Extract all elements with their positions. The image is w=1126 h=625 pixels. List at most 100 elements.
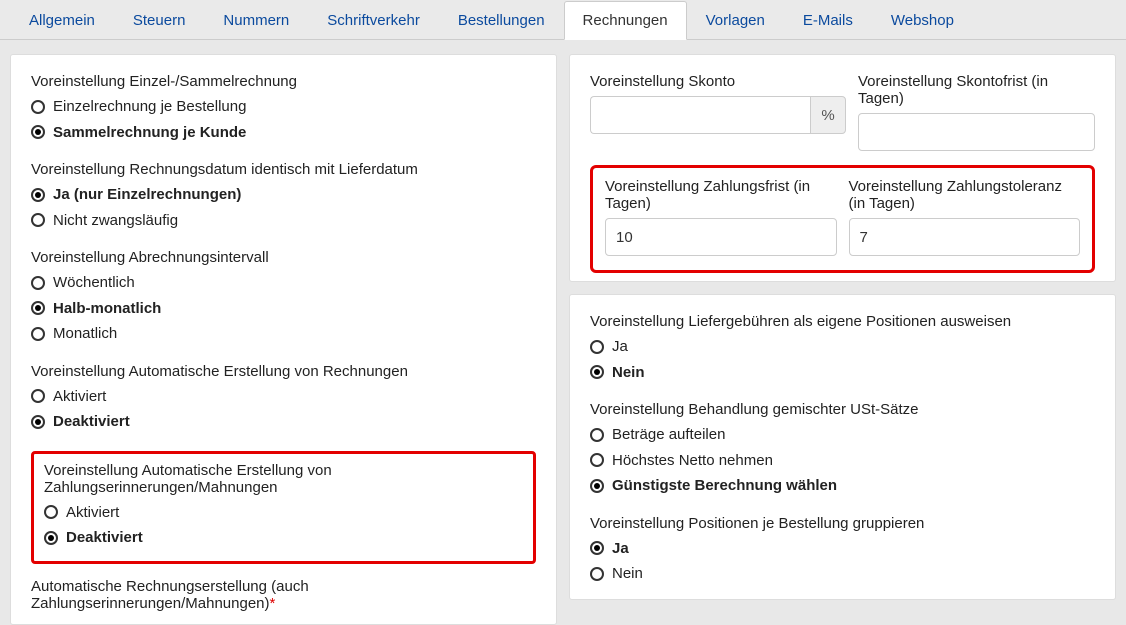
label-text: Automatische Rechnungserstellung (auch Z… bbox=[31, 578, 309, 612]
radio-icon bbox=[31, 188, 45, 202]
group-title: Voreinstellung Automatische Erstellung v… bbox=[44, 462, 523, 496]
field-label: Voreinstellung Zahlungsfrist (in Tagen) bbox=[605, 178, 837, 212]
radio-icon bbox=[590, 541, 604, 555]
radio-icon bbox=[31, 327, 45, 341]
group-title: Voreinstellung Rechnungsdatum identisch … bbox=[31, 161, 536, 178]
required-star: * bbox=[270, 595, 276, 612]
opt-ja-einzel[interactable]: Ja (nur Einzelrechnungen) bbox=[31, 182, 536, 208]
group-title: Voreinstellung Automatische Erstellung v… bbox=[31, 363, 536, 380]
tab-rechnungen[interactable]: Rechnungen bbox=[564, 1, 687, 40]
opt-halb-monatlich[interactable]: Halb-monatlich bbox=[31, 296, 536, 322]
opt-label: Ja bbox=[612, 334, 628, 360]
radio-icon bbox=[590, 365, 604, 379]
group-title: Voreinstellung Liefergebühren als eigene… bbox=[590, 313, 1095, 330]
opt-monatlich[interactable]: Monatlich bbox=[31, 321, 536, 347]
tab-allgemein[interactable]: Allgemein bbox=[10, 1, 114, 40]
tab-bestellungen[interactable]: Bestellungen bbox=[439, 1, 564, 40]
field-skontofrist: Voreinstellung Skontofrist (in Tagen) bbox=[858, 73, 1095, 151]
group-liefergebuehren: Voreinstellung Liefergebühren als eigene… bbox=[590, 313, 1095, 385]
tab-vorlagen[interactable]: Vorlagen bbox=[687, 1, 784, 40]
opt-label: Wöchentlich bbox=[53, 270, 135, 296]
opt-deaktiviert[interactable]: Deaktiviert bbox=[44, 525, 523, 551]
tab-webshop[interactable]: Webshop bbox=[872, 1, 973, 40]
tab-steuern[interactable]: Steuern bbox=[114, 1, 205, 40]
opt-label: Monatlich bbox=[53, 321, 117, 347]
group-title: Voreinstellung Positionen je Bestellung … bbox=[590, 515, 1095, 532]
radio-icon bbox=[590, 340, 604, 354]
radio-icon bbox=[31, 276, 45, 290]
group-title: Automatische Rechnungserstellung (auch Z… bbox=[31, 578, 536, 612]
opt-deaktiviert[interactable]: Deaktiviert bbox=[31, 409, 536, 435]
tab-nummern[interactable]: Nummern bbox=[204, 1, 308, 40]
group-abrechnungsintervall: Voreinstellung Abrechnungsintervall Wöch… bbox=[31, 249, 536, 347]
opt-label: Sammelrechnung je Kunde bbox=[53, 120, 246, 146]
opt-label: Nein bbox=[612, 360, 645, 386]
radio-icon bbox=[31, 125, 45, 139]
group-auto-rechnungen: Voreinstellung Automatische Erstellung v… bbox=[31, 363, 536, 435]
radio-icon bbox=[31, 301, 45, 315]
group-rechnungsdatum: Voreinstellung Rechnungsdatum identisch … bbox=[31, 161, 536, 233]
opt-label: Aktiviert bbox=[66, 500, 119, 526]
highlight-zahlungsfrist: Voreinstellung Zahlungsfrist (in Tagen) … bbox=[590, 165, 1095, 273]
radio-icon bbox=[590, 453, 604, 467]
group-title: Voreinstellung Behandlung gemischter USt… bbox=[590, 401, 1095, 418]
radio-icon bbox=[590, 567, 604, 581]
group-einzel-sammel: Voreinstellung Einzel-/Sammelrechnung Ei… bbox=[31, 73, 536, 145]
opt-nicht-zwangslaeufig[interactable]: Nicht zwangsläufig bbox=[31, 208, 536, 234]
group-positionen-gruppieren: Voreinstellung Positionen je Bestellung … bbox=[590, 515, 1095, 587]
input-zahlungstoleranz[interactable] bbox=[849, 218, 1081, 256]
highlight-auto-mahnungen: Voreinstellung Automatische Erstellung v… bbox=[31, 451, 536, 564]
radio-icon bbox=[44, 531, 58, 545]
field-zahlungstoleranz: Voreinstellung Zahlungstoleranz (in Tage… bbox=[849, 178, 1081, 256]
radio-icon bbox=[31, 415, 45, 429]
opt-guenstigste[interactable]: Günstigste Berechnung wählen bbox=[590, 473, 1095, 499]
opt-einzelrechnung[interactable]: Einzelrechnung je Bestellung bbox=[31, 94, 536, 120]
opt-betraege-aufteilen[interactable]: Beträge aufteilen bbox=[590, 422, 1095, 448]
opt-label: Günstigste Berechnung wählen bbox=[612, 473, 837, 499]
group-auto-erstellung: Automatische Rechnungserstellung (auch Z… bbox=[31, 578, 536, 612]
opt-label: Deaktiviert bbox=[66, 525, 143, 551]
opt-label: Nicht zwangsläufig bbox=[53, 208, 178, 234]
opt-label: Halb-monatlich bbox=[53, 296, 161, 322]
opt-hoechstes-netto[interactable]: Höchstes Netto nehmen bbox=[590, 448, 1095, 474]
opt-label: Nein bbox=[612, 561, 643, 587]
tab-bar: Allgemein Steuern Nummern Schriftverkehr… bbox=[0, 0, 1126, 40]
field-zahlungsfrist: Voreinstellung Zahlungsfrist (in Tagen) bbox=[605, 178, 837, 256]
input-skontofrist[interactable] bbox=[858, 113, 1095, 151]
opt-label: Ja bbox=[612, 536, 629, 562]
input-zahlungsfrist[interactable] bbox=[605, 218, 837, 256]
opt-ja[interactable]: Ja bbox=[590, 334, 1095, 360]
opt-ja[interactable]: Ja bbox=[590, 536, 1095, 562]
radio-icon bbox=[31, 213, 45, 227]
left-panel: Voreinstellung Einzel-/Sammelrechnung Ei… bbox=[10, 54, 557, 625]
opt-label: Beträge aufteilen bbox=[612, 422, 725, 448]
opt-aktiviert[interactable]: Aktiviert bbox=[31, 384, 536, 410]
opt-woechentlich[interactable]: Wöchentlich bbox=[31, 270, 536, 296]
group-title: Voreinstellung Abrechnungsintervall bbox=[31, 249, 536, 266]
opt-sammelrechnung[interactable]: Sammelrechnung je Kunde bbox=[31, 120, 536, 146]
opt-label: Deaktiviert bbox=[53, 409, 130, 435]
tab-schriftverkehr[interactable]: Schriftverkehr bbox=[308, 1, 439, 40]
right-panel-bottom: Voreinstellung Liefergebühren als eigene… bbox=[569, 294, 1116, 600]
opt-label: Ja (nur Einzelrechnungen) bbox=[53, 182, 241, 208]
opt-label: Einzelrechnung je Bestellung bbox=[53, 94, 246, 120]
field-label: Voreinstellung Skontofrist (in Tagen) bbox=[858, 73, 1095, 107]
opt-aktiviert[interactable]: Aktiviert bbox=[44, 500, 523, 526]
input-skonto[interactable] bbox=[590, 96, 810, 134]
radio-icon bbox=[44, 505, 58, 519]
opt-label: Höchstes Netto nehmen bbox=[612, 448, 773, 474]
opt-label: Aktiviert bbox=[53, 384, 106, 410]
right-panel-top: Voreinstellung Skonto % Voreinstellung S… bbox=[569, 54, 1116, 282]
opt-nein[interactable]: Nein bbox=[590, 561, 1095, 587]
radio-icon bbox=[31, 389, 45, 403]
field-label: Voreinstellung Zahlungstoleranz (in Tage… bbox=[849, 178, 1081, 212]
field-skonto: Voreinstellung Skonto % bbox=[590, 73, 846, 151]
radio-icon bbox=[590, 479, 604, 493]
group-title: Voreinstellung Einzel-/Sammelrechnung bbox=[31, 73, 536, 90]
tab-emails[interactable]: E-Mails bbox=[784, 1, 872, 40]
radio-icon bbox=[590, 428, 604, 442]
radio-icon bbox=[31, 100, 45, 114]
field-label: Voreinstellung Skonto bbox=[590, 73, 846, 90]
group-ust-saetze: Voreinstellung Behandlung gemischter USt… bbox=[590, 401, 1095, 499]
opt-nein[interactable]: Nein bbox=[590, 360, 1095, 386]
